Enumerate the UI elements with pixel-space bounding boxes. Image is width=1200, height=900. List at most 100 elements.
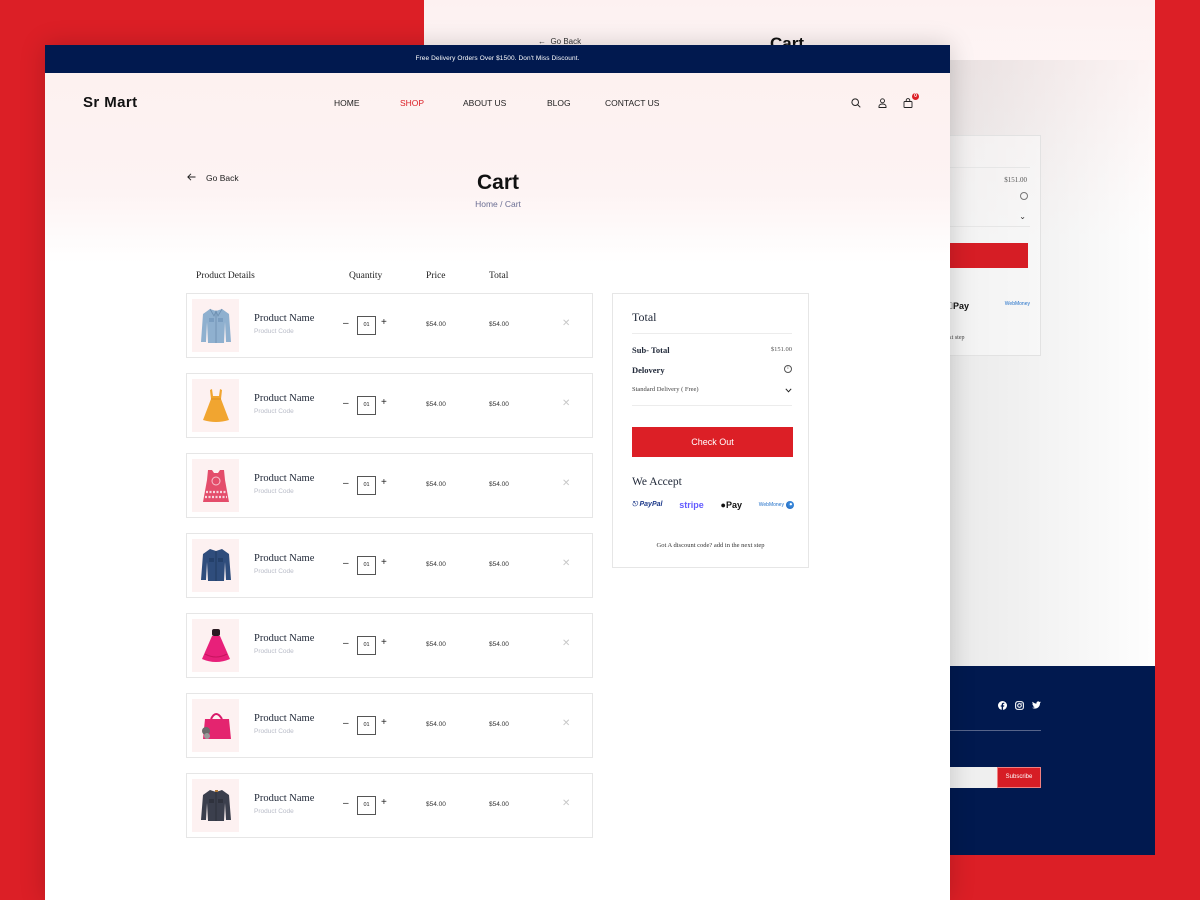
col-price: Price [426, 271, 446, 281]
social-links [997, 700, 1041, 710]
increase-qty-button[interactable]: + [381, 717, 387, 728]
remove-item-icon[interactable]: ✕ [562, 318, 570, 329]
remove-item-icon[interactable]: ✕ [562, 798, 570, 809]
discount-note: Got A discount code? add in the next ste… [656, 542, 765, 549]
info-icon[interactable]: i [784, 365, 792, 373]
product-name[interactable]: Product Name [254, 473, 314, 484]
decrease-qty-button[interactable]: – [343, 798, 349, 809]
twitter-icon [1031, 700, 1041, 710]
instagram-icon [1014, 700, 1024, 710]
product-code: Product Code [254, 728, 294, 735]
main-nav: HOME SHOP ABOUT US BLOG CONTACT US [334, 98, 659, 108]
cart-row: Product Name Product Code – 01 + $54.00 … [186, 293, 593, 358]
product-image-light-denim-jacket[interactable] [192, 299, 239, 352]
remove-item-icon[interactable]: ✕ [562, 558, 570, 569]
product-name[interactable]: Product Name [254, 713, 314, 724]
item-price: $54.00 [426, 801, 446, 808]
payment-logos: ⎋ PayPal stripe ●Pay WebMoney [632, 500, 794, 510]
order-summary: Total Sub- Total $151.00 Delovery i Stan… [612, 293, 809, 568]
item-total: $54.00 [489, 321, 509, 328]
decrease-qty-button[interactable]: – [343, 318, 349, 329]
quantity-input[interactable]: 01 [357, 556, 376, 575]
decrease-qty-button[interactable]: – [343, 478, 349, 489]
increase-qty-button[interactable]: + [381, 397, 387, 408]
chevron-down-icon [785, 386, 792, 395]
product-name[interactable]: Product Name [254, 633, 314, 644]
quantity-input[interactable]: 01 [357, 796, 376, 815]
cart-row: Product Name Product Code – 01 + $54.00 … [186, 693, 593, 758]
search-icon[interactable] [850, 97, 862, 109]
paypal-logo: ⎋ PayPal [632, 501, 663, 508]
we-accept-heading: We Accept [632, 476, 682, 488]
cart-row: Product Name Product Code – 01 + $54.00 … [186, 773, 593, 838]
arrow-left-icon [187, 173, 196, 183]
nav-shop[interactable]: SHOP [400, 98, 463, 108]
product-name[interactable]: Product Name [254, 313, 314, 324]
product-name[interactable]: Product Name [254, 553, 314, 564]
product-code: Product Code [254, 648, 294, 655]
user-icon[interactable] [876, 97, 888, 109]
product-image-pink-handbag[interactable] [192, 699, 239, 752]
decrease-qty-button[interactable]: – [343, 558, 349, 569]
remove-item-icon[interactable]: ✕ [562, 638, 570, 649]
quantity-input[interactable]: 01 [357, 316, 376, 335]
item-total: $54.00 [489, 641, 509, 648]
quantity-input[interactable]: 01 [357, 396, 376, 415]
subtotal-value: $151.00 [770, 346, 792, 353]
page-heading: Cart Home / Cart [448, 171, 548, 209]
nav-blog[interactable]: BLOG [547, 98, 605, 108]
product-image-pink-floral-dress[interactable] [192, 459, 239, 512]
col-total: Total [489, 271, 509, 281]
decrease-qty-button[interactable]: – [343, 718, 349, 729]
quantity-input[interactable]: 01 [357, 716, 376, 735]
cart-row: Product Name Product Code – 01 + $54.00 … [186, 533, 593, 598]
nav-home[interactable]: HOME [334, 98, 400, 108]
subscribe-button: Subscribe [997, 767, 1041, 788]
quantity-input[interactable]: 01 [357, 636, 376, 655]
increase-qty-button[interactable]: + [381, 317, 387, 328]
navbar: Sr Mart HOME SHOP ABOUT US BLOG CONTACT … [45, 73, 950, 133]
go-back-link[interactable]: Go Back [187, 173, 239, 183]
back-subtotal-value: $151.00 [1004, 176, 1027, 184]
product-image-pink-tutu-dress[interactable] [192, 619, 239, 672]
remove-item-icon[interactable]: ✕ [562, 398, 570, 409]
product-image-yellow-dress[interactable] [192, 379, 239, 432]
nav-about-us[interactable]: ABOUT US [463, 98, 547, 108]
increase-qty-button[interactable]: + [381, 557, 387, 568]
facebook-icon [997, 700, 1007, 710]
product-code: Product Code [254, 568, 294, 575]
product-code: Product Code [254, 488, 294, 495]
cart-row: Product Name Product Code – 01 + $54.00 … [186, 373, 593, 438]
promo-bar: Free Delivery Orders Over $1500. Don't M… [45, 45, 950, 73]
product-name[interactable]: Product Name [254, 793, 314, 804]
remove-item-icon[interactable]: ✕ [562, 478, 570, 489]
decrease-qty-button[interactable]: – [343, 398, 349, 409]
checkout-button[interactable]: Check Out [632, 427, 793, 457]
product-code: Product Code [254, 328, 294, 335]
item-price: $54.00 [426, 641, 446, 648]
increase-qty-button[interactable]: + [381, 477, 387, 488]
breadcrumb[interactable]: Home / Cart [448, 199, 548, 209]
product-name[interactable]: Product Name [254, 393, 314, 404]
logo[interactable]: Sr Mart [83, 94, 137, 111]
product-image-black-denim-jacket[interactable] [192, 779, 239, 832]
product-code: Product Code [254, 408, 294, 415]
summary-heading: Total [632, 310, 657, 324]
increase-qty-button[interactable]: + [381, 797, 387, 808]
webmoney-logo: WebMoney [759, 501, 794, 509]
cart-badge: 0 [912, 93, 919, 100]
divider [632, 405, 792, 406]
decrease-qty-button[interactable]: – [343, 638, 349, 649]
item-price: $54.00 [426, 481, 446, 488]
delivery-select[interactable]: Standard Delivery ( Free) [632, 386, 792, 406]
delivery-option: Standard Delivery ( Free) [632, 386, 699, 393]
increase-qty-button[interactable]: + [381, 637, 387, 648]
nav-contact-us[interactable]: CONTACT US [605, 98, 659, 108]
stripe-logo: stripe [679, 500, 704, 510]
cart-items: Product Name Product Code – 01 + $54.00 … [186, 293, 593, 853]
quantity-input[interactable]: 01 [357, 476, 376, 495]
remove-item-icon[interactable]: ✕ [562, 718, 570, 729]
product-image-dark-denim-jacket[interactable] [192, 539, 239, 592]
header-icons: 0 [850, 93, 919, 109]
cart-icon[interactable]: 0 [902, 93, 919, 109]
